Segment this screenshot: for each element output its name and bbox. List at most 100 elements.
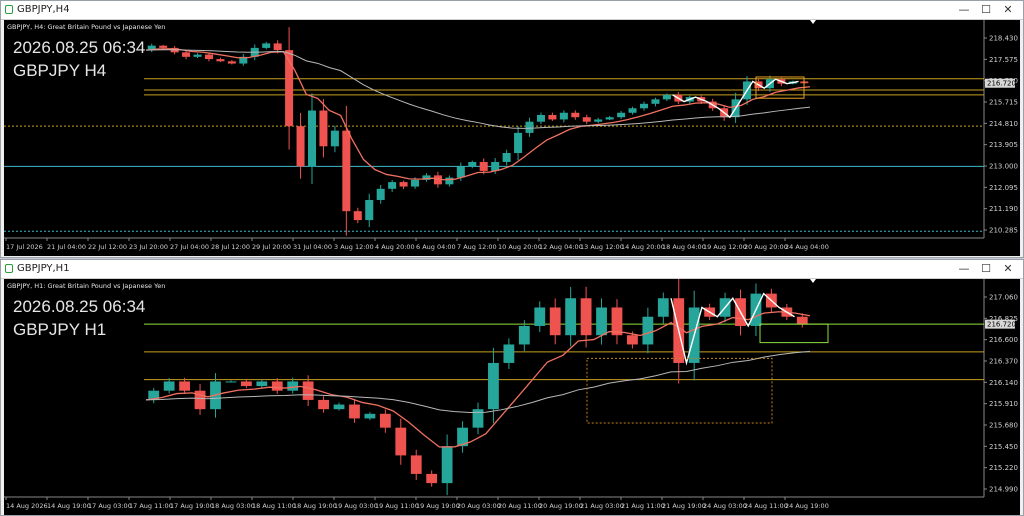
minimize-button[interactable]: — (953, 261, 975, 277)
time-axis-label: 20 Aug 19:00 (539, 502, 583, 510)
candle-body (193, 54, 202, 57)
time-axis-label: 4 Aug 20:00 (375, 243, 415, 251)
chart-window-icon (5, 5, 13, 14)
price-axis-label: 216.370 (989, 358, 1018, 366)
price-chart-h4[interactable]: GBPJPY, H4: Great Britain Pound vs Japan… (4, 20, 1020, 256)
candle-body (548, 114, 557, 120)
price-chart-h1[interactable]: GBPJPY, H1: Great Britain Pound vs Japan… (4, 279, 1020, 515)
candle-body (227, 61, 236, 64)
close-button[interactable]: ✕ (997, 261, 1019, 277)
candle-body (559, 112, 568, 120)
price-axis-label: 213.905 (989, 141, 1018, 149)
candle-body (318, 399, 329, 410)
time-axis-label: 22 Jul 12:00 (88, 243, 127, 251)
candle-body (627, 335, 638, 345)
candle-body (296, 126, 305, 167)
time-axis-label: 18 Aug 04:00 (662, 243, 706, 251)
price-axis-label: 215.220 (989, 464, 1018, 472)
price-axis-label: 215.715 (989, 99, 1018, 107)
time-axis-label: 14 Aug 20:00 (621, 243, 665, 251)
candle-body (333, 404, 345, 410)
candle-body (445, 177, 454, 185)
candle-body (441, 446, 453, 484)
price-axis-label: 212.095 (989, 184, 1018, 192)
time-axis-label: 27 Jul 04:00 (170, 243, 209, 251)
candle-body (159, 45, 168, 48)
current-price-label: 216.720 (987, 80, 1016, 88)
time-axis-label: 17 Aug 11:00 (129, 502, 173, 510)
time-axis-label: 31 Jul 04:00 (293, 243, 332, 251)
chart-header-text: GBPJPY, H1: Great Britain Pound vs Japan… (7, 282, 165, 290)
chart-window-icon (5, 264, 13, 273)
maximize-button[interactable]: ☐ (975, 261, 997, 277)
candle-body (163, 381, 175, 391)
overlay-symbol: GBPJPY H4 (13, 61, 106, 80)
time-axis-label: 21 Jul 04:00 (47, 243, 86, 251)
candle-body (594, 119, 603, 122)
time-axis-label: 24 Aug 19:00 (785, 502, 829, 510)
time-axis-label: 18 Aug 19:00 (293, 502, 337, 510)
time-axis-label: 14 Aug 19:00 (47, 502, 91, 510)
candle-body (651, 99, 660, 104)
candle-body (639, 103, 649, 109)
candle-body (596, 307, 607, 336)
overlay-datetime: 2026.08.25 06:34 (13, 297, 145, 316)
candle-body (273, 43, 282, 51)
time-axis-label: 29 Jul 20:00 (252, 243, 291, 251)
candle-body (411, 179, 420, 187)
candle-body (225, 381, 237, 383)
candle-body (536, 114, 545, 122)
candle-body (662, 94, 671, 100)
minimize-button[interactable]: — (953, 2, 975, 18)
time-axis-label: 14 Aug 2026 (6, 502, 48, 510)
time-axis-label: 7 Aug 12:00 (457, 243, 497, 251)
candle-body (342, 130, 351, 212)
candle-body (330, 130, 339, 147)
candle-body (379, 413, 391, 428)
chart-header-text: GBPJPY, H4: Great Britain Pound vs Japan… (7, 23, 165, 31)
time-axis-label: 20 Aug 03:00 (457, 502, 501, 510)
time-axis-label: 18 Aug 11:00 (252, 502, 296, 510)
price-axis-label: 216.600 (989, 336, 1018, 344)
candle-body (256, 381, 268, 387)
candle-body (349, 404, 360, 419)
overlay-symbol: GBPJPY H1 (13, 320, 106, 339)
candle-body (565, 298, 577, 336)
candle-body (204, 54, 213, 60)
candle-body (395, 427, 407, 456)
time-axis-label: 6 Aug 04:00 (416, 243, 456, 251)
candle-body (549, 307, 561, 336)
candle-body (364, 413, 376, 419)
time-axis-label: 23 Jul 20:00 (129, 243, 168, 251)
time-axis-label: 3 Aug 12:00 (334, 243, 374, 251)
candle-body (302, 381, 314, 400)
time-axis-label: 19 Aug 03:00 (334, 502, 378, 510)
price-axis-label: 214.990 (989, 486, 1018, 494)
time-axis-label: 19 Aug 11:00 (375, 502, 419, 510)
time-axis-label: 20 Aug 11:00 (498, 502, 542, 510)
price-axis-label: 215.680 (989, 422, 1018, 430)
close-button[interactable]: ✕ (997, 2, 1019, 18)
time-axis-label: 21 Aug 19:00 (662, 502, 706, 510)
time-axis-label: 13 Aug 12:00 (580, 243, 624, 251)
time-axis-label: 28 Jul 12:00 (211, 243, 250, 251)
time-axis-label: 18 Aug 03:00 (211, 502, 255, 510)
price-axis-label: 218.430 (989, 35, 1018, 43)
candle-body (388, 182, 397, 189)
chart-window-h4[interactable]: GBPJPY,H4 — ☐ ✕ GBPJPY, H4: Great Britai… (0, 0, 1024, 258)
candle-body (479, 161, 488, 171)
candle-body (426, 473, 438, 484)
time-axis-label: 12 Aug 04:00 (539, 243, 583, 251)
time-axis-label: 19 Aug 12:00 (703, 243, 747, 251)
candle-body (319, 110, 328, 147)
maximize-button[interactable]: ☐ (975, 2, 997, 18)
candle-body (365, 199, 374, 221)
time-axis-label: 21 Aug 11:00 (621, 502, 665, 510)
candle-body (582, 117, 591, 122)
window-titlebar[interactable]: GBPJPY,H4 — ☐ ✕ (1, 1, 1023, 20)
chart-window-h1[interactable]: GBPJPY,H1 — ☐ ✕ GBPJPY, H1: Great Britai… (0, 259, 1024, 516)
candle-body (410, 455, 422, 474)
window-titlebar[interactable]: GBPJPY,H1 — ☐ ✕ (1, 260, 1023, 279)
candle-body (488, 362, 499, 410)
candle-body (503, 344, 515, 363)
